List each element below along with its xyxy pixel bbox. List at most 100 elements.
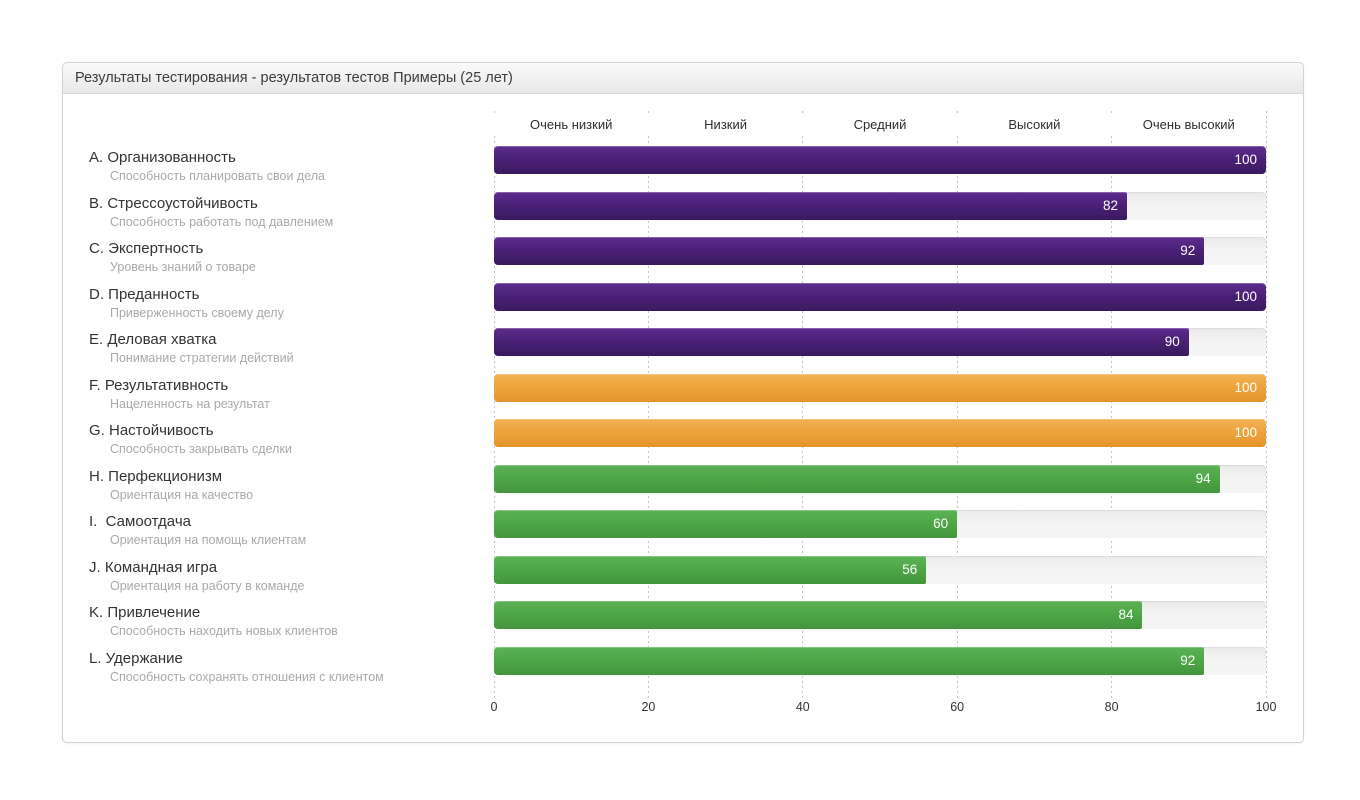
bar-track: 100	[494, 374, 1266, 402]
chart-row: G. Настойчивость Способность закрывать с…	[89, 419, 1266, 465]
bar-track: 84	[494, 601, 1266, 629]
x-tick-label: 20	[641, 700, 655, 714]
x-tick-label: 40	[796, 700, 810, 714]
bar: 100	[494, 146, 1266, 174]
level-header: Средний	[803, 116, 957, 133]
bar-value-label: 60	[933, 510, 948, 538]
bar-chart: Очень низкийНизкийСреднийВысокийОчень вы…	[63, 94, 1303, 742]
level-header: Низкий	[648, 116, 802, 133]
bar-track: 82	[494, 192, 1266, 220]
bar-value-label: 90	[1165, 328, 1180, 356]
trait-description: Способность планировать свои дела	[110, 168, 494, 184]
row-label: A. Организованность Способность планиров…	[89, 146, 494, 184]
row-label: F. Результативность Нацеленность на резу…	[89, 374, 494, 412]
bar-track: 94	[494, 465, 1266, 493]
bar: 92	[494, 647, 1204, 675]
trait-description: Ориентация на качество	[110, 487, 494, 503]
trait-label: D. Преданность	[89, 286, 494, 304]
bar: 92	[494, 237, 1204, 265]
bar-value-label: 92	[1180, 237, 1195, 265]
trait-description: Приверженность своему делу	[110, 305, 494, 321]
chart-row: B. Стрессоустойчивость Способность работ…	[89, 192, 1266, 238]
level-header: Очень низкий	[494, 116, 648, 133]
trait-description: Способность работать под давлением	[110, 214, 494, 230]
bar-track: 100	[494, 283, 1266, 311]
bar-track: 56	[494, 556, 1266, 584]
row-label: D. Преданность Приверженность своему дел…	[89, 283, 494, 321]
results-panel: Результаты тестирования - результатов те…	[62, 62, 1304, 743]
bar-track: 92	[494, 237, 1266, 265]
bar-value-label: 56	[902, 556, 917, 584]
bar: 100	[494, 283, 1266, 311]
row-label: K. Привлечение Способность находить новы…	[89, 601, 494, 639]
chart-row: A. Организованность Способность планиров…	[89, 146, 1266, 192]
chart-row: J. Командная игра Ориентация на работу в…	[89, 556, 1266, 602]
trait-description: Ориентация на помощь клиентам	[110, 532, 494, 548]
bar-track: 60	[494, 510, 1266, 538]
level-header: Очень высокий	[1112, 116, 1266, 133]
row-label: B. Стрессоустойчивость Способность работ…	[89, 192, 494, 230]
bar-track: 90	[494, 328, 1266, 356]
chart-rows: A. Организованность Способность планиров…	[89, 146, 1266, 692]
trait-description: Способность закрывать сделки	[110, 441, 494, 457]
bar-value-label: 100	[1234, 146, 1257, 174]
trait-label: E. Деловая хватка	[89, 331, 494, 349]
trait-label: J. Командная игра	[89, 559, 494, 577]
bar-track: 92	[494, 647, 1266, 675]
row-label: L. Удержание Способность сохранять отнош…	[89, 647, 494, 685]
bar-track: 100	[494, 146, 1266, 174]
x-tick-label: 60	[950, 700, 964, 714]
trait-label: K. Привлечение	[89, 604, 494, 622]
trait-label: I. Самоотдача	[89, 513, 494, 531]
chart-row: L. Удержание Способность сохранять отнош…	[89, 647, 1266, 693]
trait-label: A. Организованность	[89, 149, 494, 167]
trait-label: H. Перфекционизм	[89, 468, 494, 486]
chart-row: E. Деловая хватка Понимание стратегии де…	[89, 328, 1266, 374]
bar-track: 100	[494, 419, 1266, 447]
panel-title: Результаты тестирования - результатов те…	[63, 63, 1303, 94]
bar: 100	[494, 419, 1266, 447]
trait-description: Уровень знаний о товаре	[110, 259, 494, 275]
bar-value-label: 100	[1234, 374, 1257, 402]
bar: 60	[494, 510, 957, 538]
chart-row: H. Перфекционизм Ориентация на качество …	[89, 465, 1266, 511]
bar-value-label: 94	[1196, 465, 1211, 493]
trait-description: Понимание стратегии действий	[110, 350, 494, 366]
row-label: C. Экспертность Уровень знаний о товаре	[89, 237, 494, 275]
bar: 56	[494, 556, 926, 584]
chart-row: D. Преданность Приверженность своему дел…	[89, 283, 1266, 329]
bar-value-label: 82	[1103, 192, 1118, 220]
bar: 100	[494, 374, 1266, 402]
x-tick-label: 100	[1256, 700, 1277, 714]
chart-row: C. Экспертность Уровень знаний о товаре …	[89, 237, 1266, 283]
trait-label: G. Настойчивость	[89, 422, 494, 440]
trait-label: C. Экспертность	[89, 240, 494, 258]
level-header: Высокий	[957, 116, 1111, 133]
bar: 94	[494, 465, 1220, 493]
bar-value-label: 92	[1180, 647, 1195, 675]
trait-description: Способность находить новых клиентов	[110, 623, 494, 639]
trait-description: Способность сохранять отношения с клиент…	[110, 669, 494, 685]
x-tick-label: 0	[491, 700, 498, 714]
chart-row: I. Самоотдача Ориентация на помощь клиен…	[89, 510, 1266, 556]
level-headers: Очень низкийНизкийСреднийВысокийОчень вы…	[494, 116, 1266, 134]
bar: 84	[494, 601, 1142, 629]
x-tick-label: 80	[1105, 700, 1119, 714]
row-label: H. Перфекционизм Ориентация на качество	[89, 465, 494, 503]
row-label: G. Настойчивость Способность закрывать с…	[89, 419, 494, 457]
chart-row: F. Результативность Нацеленность на резу…	[89, 374, 1266, 420]
bar: 90	[494, 328, 1189, 356]
trait-description: Нацеленность на результат	[110, 396, 494, 412]
trait-label: L. Удержание	[89, 650, 494, 668]
bar-value-label: 100	[1234, 419, 1257, 447]
trait-label: F. Результативность	[89, 377, 494, 395]
trait-description: Ориентация на работу в команде	[110, 578, 494, 594]
row-label: I. Самоотдача Ориентация на помощь клиен…	[89, 510, 494, 548]
bar-value-label: 84	[1118, 601, 1133, 629]
row-label: E. Деловая хватка Понимание стратегии де…	[89, 328, 494, 366]
chart-row: K. Привлечение Способность находить новы…	[89, 601, 1266, 647]
x-axis: 020406080100	[494, 700, 1266, 716]
trait-label: B. Стрессоустойчивость	[89, 195, 494, 213]
row-label: J. Командная игра Ориентация на работу в…	[89, 556, 494, 594]
bar-value-label: 100	[1234, 283, 1257, 311]
